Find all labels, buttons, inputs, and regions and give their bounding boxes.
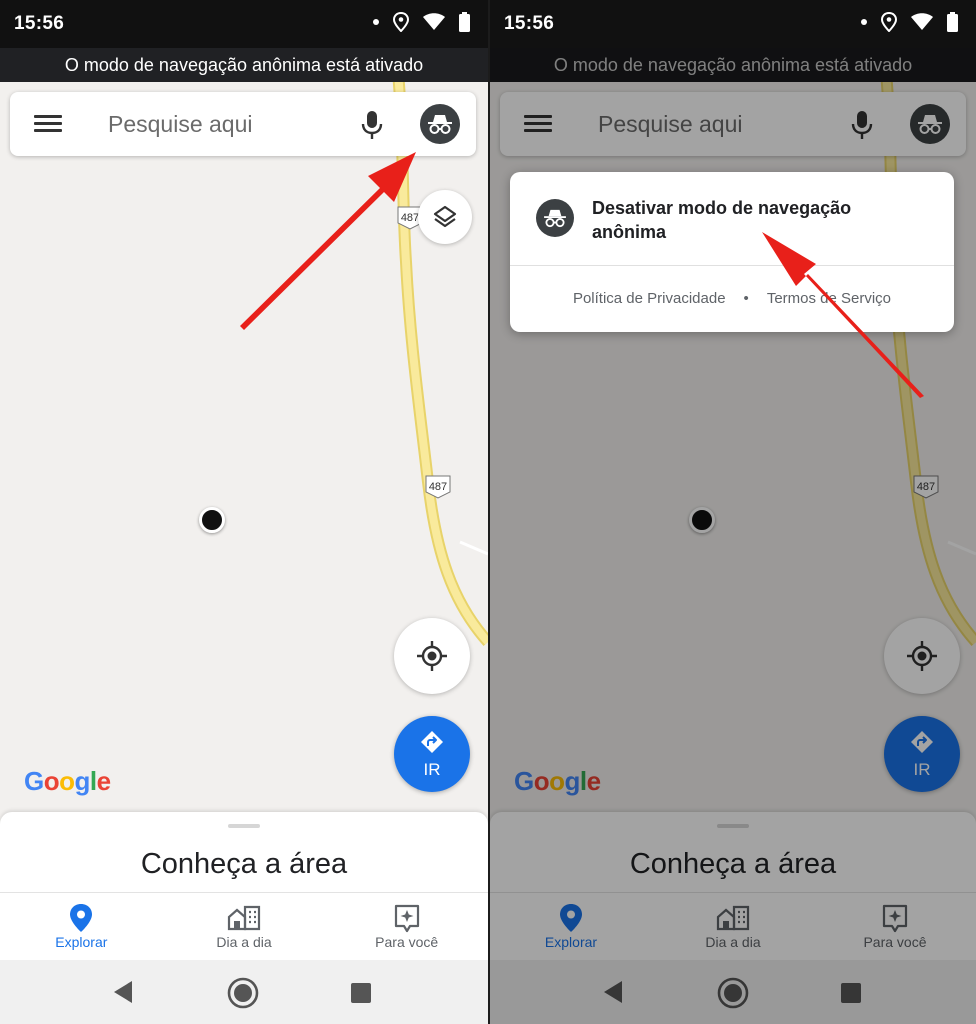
- popup-incognito-avatar: [536, 199, 574, 237]
- directions-icon: [421, 731, 443, 753]
- privacy-policy-link[interactable]: Política de Privacidade: [573, 290, 726, 307]
- my-location-marker: [689, 507, 715, 533]
- sheet-title: Conheça a área: [140, 848, 348, 880]
- status-time: 15:56: [504, 13, 555, 34]
- sheet-drag-handle[interactable]: [717, 824, 749, 828]
- commute-building-icon: [227, 905, 261, 931]
- wifi-icon: [911, 13, 933, 30]
- sheet-drag-handle[interactable]: [228, 824, 260, 828]
- route-number: 487: [429, 481, 447, 493]
- nav-tab-explorar[interactable]: Explorar: [490, 893, 652, 960]
- recent-apps-icon[interactable]: [840, 982, 862, 1004]
- status-time: 15:56: [14, 13, 65, 34]
- system-navigation-bar: [0, 960, 488, 1024]
- bottom-navigation: Explorar Dia a dia Para você: [490, 892, 976, 960]
- home-icon[interactable]: [226, 976, 260, 1010]
- search-bar[interactable]: Pesquise aqui: [10, 92, 476, 156]
- place-pin-icon: [560, 904, 582, 932]
- crosshair-icon: [907, 641, 937, 671]
- incognito-menu-popup: Desativar modo de navegação anônima Polí…: [510, 172, 954, 332]
- back-icon[interactable]: [602, 980, 624, 1004]
- my-location-button[interactable]: [884, 618, 960, 694]
- nav-label: Para você: [863, 934, 927, 950]
- directions-go-button[interactable]: IR: [394, 716, 470, 792]
- link-separator: •: [743, 290, 749, 307]
- nav-label: Explorar: [55, 934, 108, 950]
- nav-label: Dia a dia: [216, 934, 272, 950]
- nav-tab-dia-a-dia[interactable]: Dia a dia: [652, 893, 814, 960]
- notification-dot-icon: [373, 19, 379, 25]
- for-you-sparkle-icon: [882, 904, 908, 933]
- sheet-title: Conheça a área: [629, 848, 837, 880]
- map-roads: 487 487: [392, 82, 488, 647]
- directions-go-button[interactable]: IR: [884, 716, 960, 792]
- popup-divider: [510, 265, 954, 266]
- map-canvas[interactable]: 487 487: [0, 82, 488, 822]
- home-icon[interactable]: [716, 976, 750, 1010]
- place-pin-icon: [70, 904, 93, 932]
- google-logo: Google: [24, 766, 111, 796]
- nav-label: Para você: [375, 934, 439, 950]
- incognito-avatar-button[interactable]: [910, 104, 950, 144]
- incognito-banner: O modo de navegação anônima está ativado: [490, 48, 976, 82]
- recent-apps-icon[interactable]: [350, 982, 372, 1004]
- location-icon: [881, 12, 897, 32]
- incognito-avatar-button[interactable]: [420, 104, 460, 144]
- my-location-button[interactable]: [394, 618, 470, 694]
- screen-right: 487 15:56 O modo de navegação anônima es…: [490, 0, 976, 1024]
- commute-building-icon: [716, 905, 750, 931]
- crosshair-icon: [417, 641, 447, 671]
- google-logo: Google: [514, 766, 601, 796]
- status-bar: 15:56: [0, 0, 488, 48]
- incognito-icon: [918, 115, 942, 134]
- microphone-icon[interactable]: [850, 110, 874, 140]
- search-input[interactable]: Pesquise aqui: [108, 111, 253, 138]
- status-bar: 15:56: [490, 0, 976, 48]
- nav-label: Explorar: [544, 934, 598, 950]
- battery-icon: [947, 12, 958, 32]
- incognito-icon: [428, 115, 452, 134]
- nav-tab-para-voce[interactable]: Para você: [814, 893, 976, 960]
- search-input[interactable]: Pesquise aqui: [598, 111, 743, 138]
- menu-icon[interactable]: [34, 112, 62, 136]
- microphone-icon[interactable]: [360, 110, 384, 140]
- wifi-icon: [423, 13, 445, 30]
- explore-bottom-sheet[interactable]: Conheça a área: [0, 812, 488, 896]
- battery-icon: [459, 12, 470, 32]
- my-location-marker: [199, 507, 225, 533]
- explore-bottom-sheet[interactable]: Conheça a área: [490, 812, 976, 896]
- terms-of-service-link[interactable]: Termos de Serviço: [767, 290, 891, 307]
- nav-label: Dia a dia: [705, 934, 761, 950]
- bottom-navigation: Explorar Dia a dia Para você: [0, 892, 488, 960]
- layers-button[interactable]: [418, 190, 472, 244]
- nav-tab-explorar[interactable]: Explorar: [0, 893, 163, 960]
- search-bar[interactable]: Pesquise aqui: [500, 92, 966, 156]
- nav-tab-dia-a-dia[interactable]: Dia a dia: [163, 893, 326, 960]
- route-number: 487: [401, 212, 419, 224]
- nav-tab-para-voce[interactable]: Para você: [325, 893, 488, 960]
- system-navigation-bar: [490, 960, 976, 1024]
- layers-icon: [433, 205, 457, 228]
- route-number: 487: [917, 481, 935, 493]
- go-label: IR: [913, 760, 931, 779]
- back-icon[interactable]: [112, 980, 134, 1004]
- notification-dot-icon: [861, 19, 867, 25]
- go-label: IR: [423, 760, 441, 779]
- for-you-sparkle-icon: [394, 904, 419, 933]
- disable-incognito-menu-item[interactable]: Desativar modo de navegação anônima: [592, 196, 922, 244]
- menu-icon[interactable]: [524, 112, 552, 136]
- incognito-banner: O modo de navegação anônima está ativado: [0, 48, 488, 82]
- location-icon: [393, 12, 409, 32]
- incognito-icon: [544, 209, 566, 228]
- screen-left: 487 487 15:56 O modo de navegação anônim…: [0, 0, 488, 1024]
- directions-icon: [911, 731, 933, 753]
